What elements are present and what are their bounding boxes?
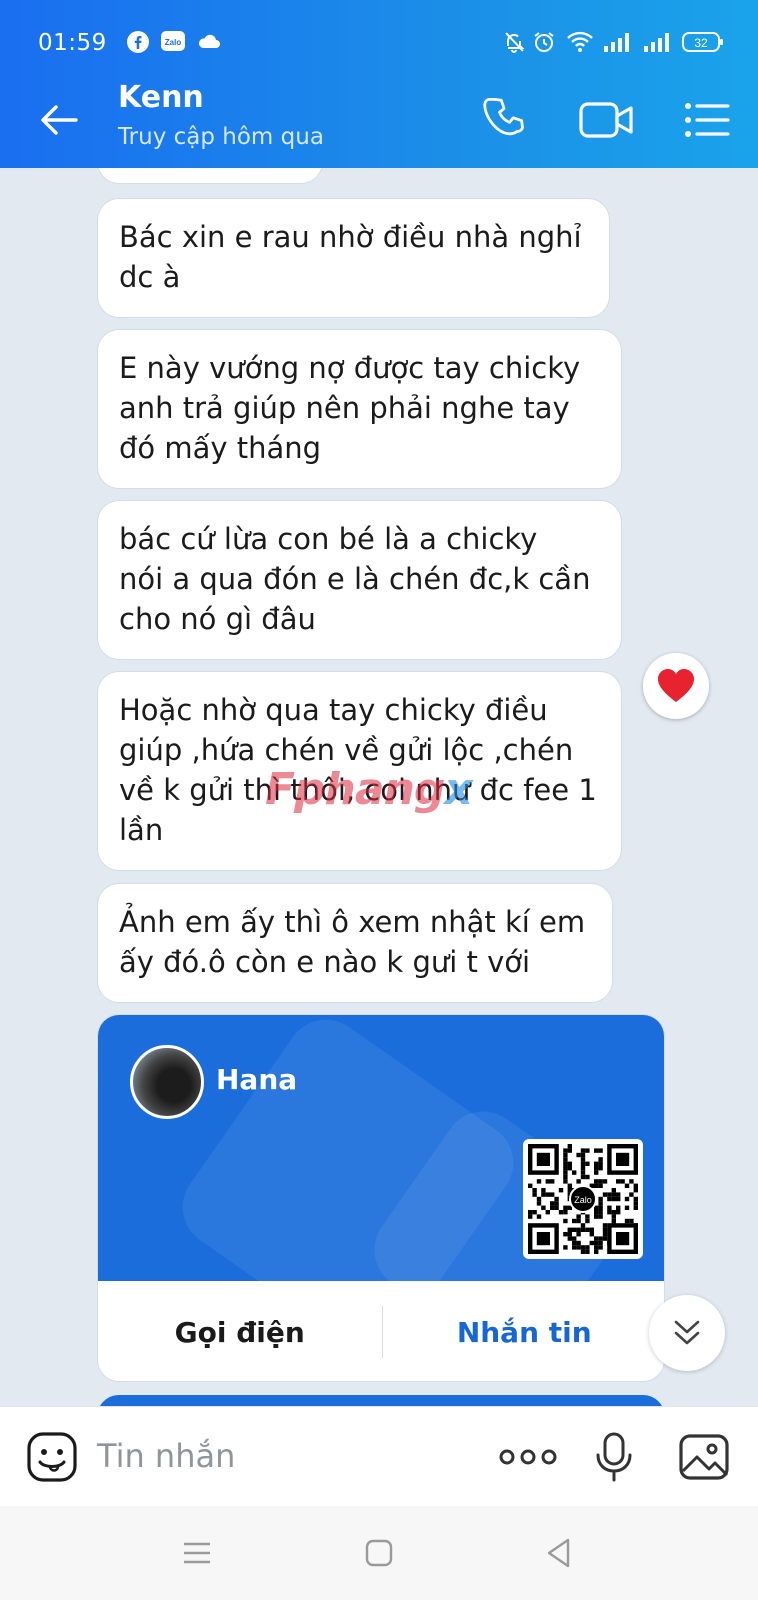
message-bubble[interactable]: bác cứ lừa con bé là a chicky nói a qua … [97,500,622,660]
image-gallery-icon[interactable] [678,1431,730,1483]
video-call-icon[interactable] [578,94,636,146]
card-contact-name: Hana [216,1063,298,1096]
contact-name[interactable]: Kenn [118,80,204,115]
wifi-icon [567,31,593,52]
battery-level: 32 [694,36,708,50]
chat-header: 01:59 Zalo 32 Kenn Truy cập hôm qua [0,0,758,168]
contact-card[interactable]: Hana Zalo Gọi điện Nhắn tin [97,1014,665,1382]
status-bar: 01:59 Zalo 32 [0,0,758,66]
system-nav-bar [0,1506,758,1600]
message-input[interactable]: Tin nhắn [97,1437,235,1475]
qr-code-image: Zalo [528,1144,638,1254]
alarm-icon [534,32,554,52]
home-icon[interactable] [362,1536,396,1570]
qr-zalo-badge: Zalo [574,1195,592,1205]
reaction-button[interactable] [643,653,709,719]
battery-icon: 32 [682,32,723,52]
heart-icon [658,669,694,702]
sticker-emoji-icon[interactable] [26,1431,78,1483]
signal-icon-2 [644,33,669,52]
zalo-icon: Zalo [161,31,185,51]
microphone-icon[interactable] [592,1431,636,1483]
call-button[interactable]: Gọi điện [98,1316,382,1349]
mute-bell-icon [505,32,525,53]
message-bubble[interactable]: Bác xin e rau nhờ điều nhà nghỉ dc à [97,198,610,318]
menu-list-icon[interactable] [682,94,734,146]
scroll-to-bottom-button[interactable] [649,1295,725,1371]
recent-apps-icon[interactable] [180,1536,214,1570]
qr-code: Zalo [523,1139,643,1259]
message-bubble[interactable]: Ảnh em ấy thì ô xem nhật kí em ấy đó.ô c… [97,883,613,1003]
message-bubble-partial[interactable] [97,168,323,184]
next-message-partial[interactable] [97,1395,665,1406]
watermark: Fphangx [265,764,473,815]
message-list[interactable]: Bác xin e rau nhờ điều nhà nghỉ dc à E n… [0,168,758,1406]
facebook-icon [127,31,149,53]
more-options-icon[interactable] [498,1431,558,1483]
double-chevron-down-icon [674,1320,700,1345]
phone-call-icon[interactable] [480,94,532,146]
avatar[interactable] [130,1045,204,1119]
card-actions: Gọi điện Nhắn tin [98,1281,665,1381]
svg-text:Zalo: Zalo [165,38,182,47]
contact-card-header[interactable]: Hana Zalo [98,1015,664,1281]
back-arrow-icon[interactable] [38,98,82,142]
last-seen-status: Truy cập hôm qua [118,124,324,150]
message-button[interactable]: Nhắn tin [383,1316,665,1349]
status-time: 01:59 [38,30,107,56]
composer-bar: Tin nhắn [0,1406,758,1507]
back-nav-icon[interactable] [542,1536,576,1570]
message-bubble[interactable]: E này vướng nợ được tay chicky anh trả g… [97,329,622,489]
signal-icon [604,33,629,52]
cloud-icon [198,34,220,48]
